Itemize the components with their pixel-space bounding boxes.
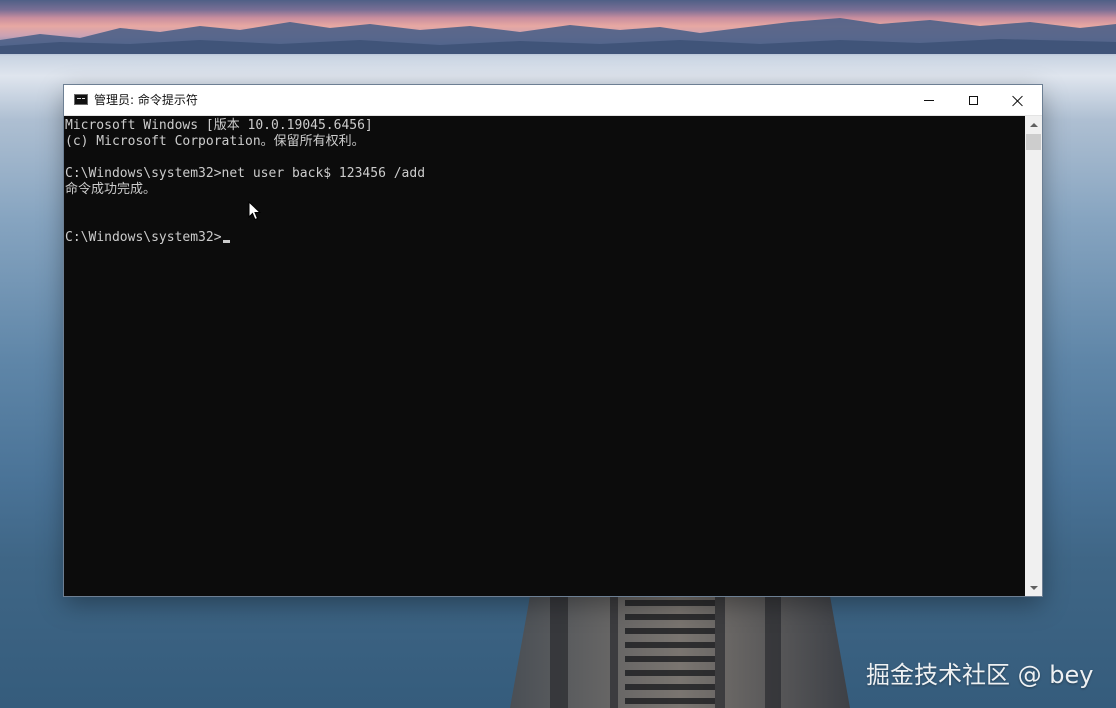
title-bar[interactable]: 管理员: 命令提示符 <box>64 85 1042 116</box>
cmd-icon <box>74 94 88 105</box>
close-button[interactable] <box>995 85 1041 116</box>
vertical-scrollbar[interactable] <box>1025 116 1042 596</box>
scroll-down-button[interactable] <box>1025 579 1042 596</box>
text-cursor <box>222 240 230 243</box>
maximize-icon <box>968 96 978 105</box>
chevron-down-icon <box>1029 585 1038 590</box>
mountain-silhouette <box>0 18 1116 54</box>
command-prompt: C:\Windows\system32> <box>65 230 222 245</box>
command-prompt-window[interactable]: 管理员: 命令提示符 Microsoft Windows [版本 10.0.19… <box>64 85 1042 596</box>
maximize-button[interactable] <box>950 85 996 116</box>
scroll-up-button[interactable] <box>1025 116 1042 133</box>
close-icon <box>1012 95 1024 107</box>
console-line: 命令成功完成。 <box>65 182 157 197</box>
scroll-thumb[interactable] <box>1026 134 1041 150</box>
wooden-pier <box>510 596 850 708</box>
console-output[interactable]: Microsoft Windows [版本 10.0.19045.6456] (… <box>64 116 1025 596</box>
console-line: C:\Windows\system32>net user back$ 12345… <box>65 166 426 181</box>
window-title: 管理员: 命令提示符 <box>94 93 198 107</box>
minimize-icon <box>924 100 934 101</box>
watermark-text: 掘金技术社区 @ bey <box>866 661 1094 689</box>
mouse-pointer-icon <box>248 201 262 221</box>
chevron-up-icon <box>1029 122 1038 127</box>
prompt-line[interactable]: C:\Windows\system32> <box>65 230 1025 246</box>
console-line: (c) Microsoft Corporation。保留所有权利。 <box>65 134 365 149</box>
minimize-button[interactable] <box>906 85 952 116</box>
console-line: Microsoft Windows [版本 10.0.19045.6456] <box>65 118 373 133</box>
